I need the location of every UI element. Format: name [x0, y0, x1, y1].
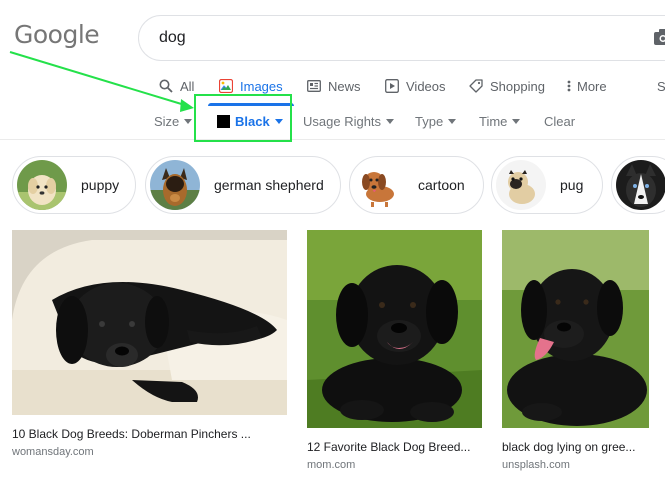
search-box [138, 15, 665, 61]
result-source[interactable]: mom.com [307, 459, 482, 471]
tab-more[interactable]: More [566, 76, 607, 96]
time-filter[interactable]: Time [479, 114, 521, 129]
result-image-black-dog-on-grass[interactable] [502, 230, 649, 428]
clear-button[interactable]: Clear [544, 114, 575, 129]
chip-pug[interactable]: pug [491, 156, 603, 214]
tab-images[interactable]: Images [218, 76, 283, 96]
pug-thumbnail [496, 160, 546, 210]
usage-rights-filter[interactable]: Usage Rights [303, 114, 395, 129]
caret-down-icon [512, 119, 521, 124]
result-title[interactable]: 10 Black Dog Breeds: Doberman Pinchers .… [12, 427, 287, 441]
tab-shopping[interactable]: Shopping [468, 76, 545, 96]
camera-icon[interactable] [654, 29, 665, 45]
chip-label: pug [560, 177, 584, 193]
result-image-black-lab-puppy-grass[interactable] [307, 230, 482, 428]
tab-settings-partial[interactable]: S [657, 76, 665, 96]
result-card[interactable]: 10 Black Dog Breeds: Doberman Pinchers .… [12, 230, 287, 458]
tab-label: Images [240, 78, 283, 94]
play-icon [384, 78, 400, 94]
annotation-highlight-box [194, 94, 292, 142]
tab-label: All [180, 78, 195, 94]
result-card[interactable]: 12 Favorite Black Dog Breed... mom.com [307, 230, 482, 471]
tab-all[interactable]: All [158, 76, 194, 96]
header-divider [0, 139, 665, 140]
caret-down-icon [448, 119, 457, 124]
tab-label: More [577, 78, 607, 94]
result-card[interactable]: black dog lying on gree... unsplash.com [502, 230, 649, 471]
chip-husky-partial[interactable] [611, 156, 665, 214]
result-source[interactable]: unsplash.com [502, 459, 649, 471]
husky-thumbnail [616, 160, 665, 210]
tag-icon [468, 78, 484, 94]
usage-rights-label: Usage Rights [303, 114, 382, 129]
cartoon-thumbnail [354, 160, 404, 210]
german-shepherd-thumbnail [150, 160, 200, 210]
chip-label: puppy [81, 177, 120, 193]
result-title[interactable]: 12 Favorite Black Dog Breed... [307, 440, 482, 454]
caret-down-icon [386, 119, 395, 124]
type-filter[interactable]: Type [415, 114, 457, 129]
chip-puppy[interactable]: puppy [12, 156, 136, 214]
newspaper-icon [306, 78, 322, 94]
size-filter[interactable]: Size [154, 114, 193, 129]
chip-label: german shepherd [214, 177, 324, 193]
image-icon [218, 78, 234, 94]
search-icon [158, 78, 174, 94]
tab-label: Videos [406, 78, 446, 94]
tab-label: Shopping [490, 78, 545, 94]
result-image-black-lab-on-couch[interactable] [12, 230, 287, 415]
tab-label: News [328, 78, 361, 94]
chip-label: cartoon [418, 177, 465, 193]
time-filter-label: Time [479, 114, 508, 129]
tab-videos[interactable]: Videos [384, 76, 446, 96]
tab-news[interactable]: News [306, 76, 361, 96]
result-title[interactable]: black dog lying on gree... [502, 440, 649, 454]
google-logo[interactable]: Google [14, 20, 100, 49]
chip-cartoon[interactable]: cartoon [349, 156, 484, 214]
type-filter-label: Type [415, 114, 444, 129]
result-source[interactable]: womansday.com [12, 446, 287, 458]
clear-label: Clear [544, 114, 576, 129]
more-vertical-icon [566, 78, 572, 94]
search-input[interactable] [159, 27, 599, 49]
size-filter-label: Size [154, 114, 180, 129]
caret-down-icon [184, 119, 193, 124]
chip-german-shepherd[interactable]: german shepherd [145, 156, 341, 214]
puppy-thumbnail [17, 160, 67, 210]
